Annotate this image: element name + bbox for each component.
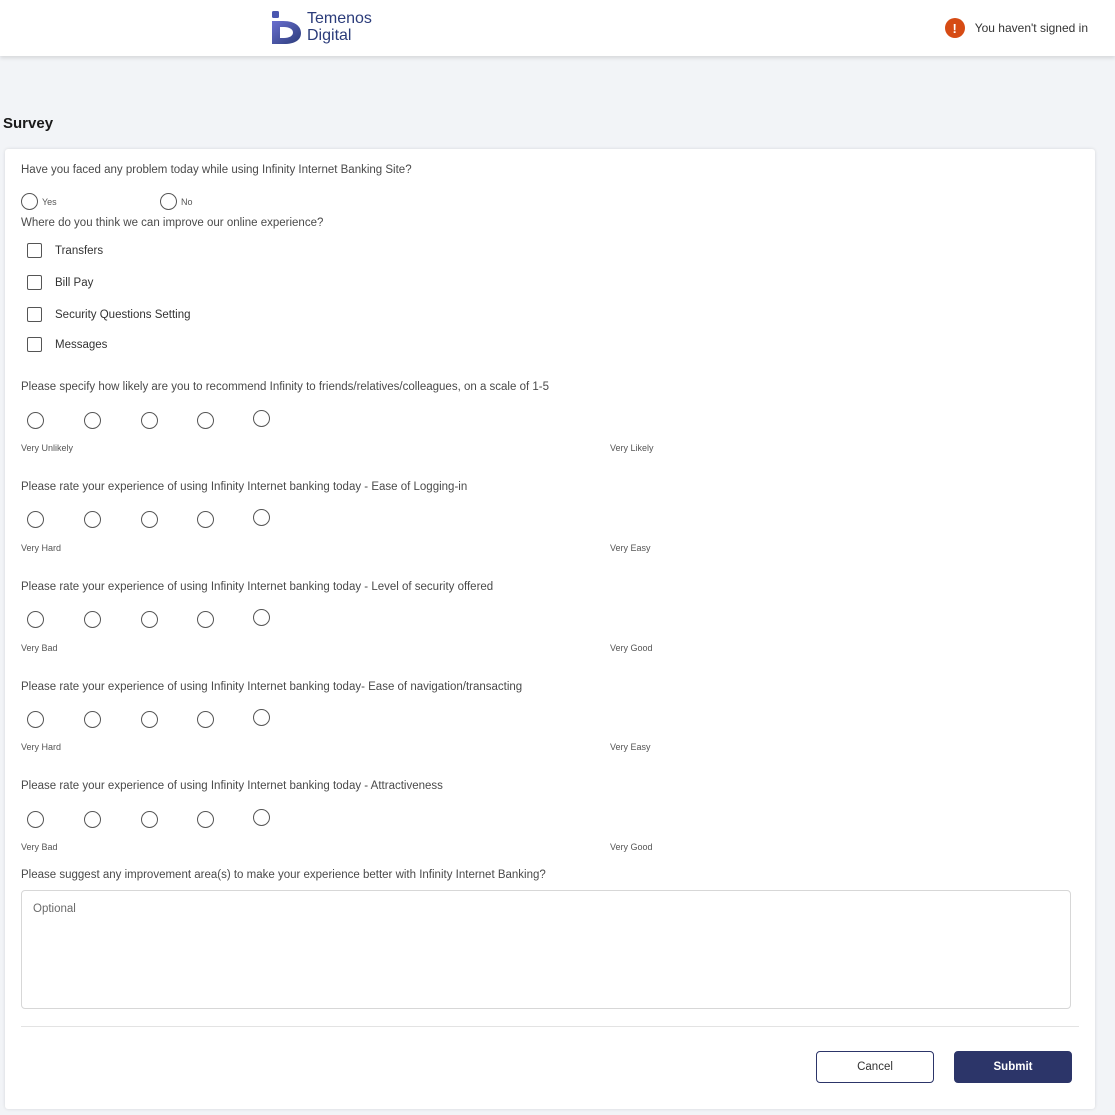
rating-recommend-4[interactable]	[197, 412, 214, 429]
warning-icon: !	[944, 18, 965, 38]
rating-login-2[interactable]	[84, 511, 101, 528]
question-improve-areas: Where do you think we can improve our on…	[21, 217, 324, 229]
page-title: Survey	[3, 115, 54, 132]
checkbox-transfers-label: Transfers	[55, 245, 104, 257]
radio-no-label: No	[181, 197, 193, 207]
rating-navigation-5[interactable]	[253, 709, 270, 726]
rating-security-4[interactable]	[197, 611, 214, 628]
app-header: Temenos Digital ! You haven't signed in	[0, 0, 1115, 56]
rating-attractiveness-5[interactable]	[253, 809, 270, 826]
radio-yes-label: Yes	[42, 197, 57, 207]
rating-navigation-3[interactable]	[141, 711, 158, 728]
logo-text: Temenos Digital	[307, 10, 372, 44]
checkbox-transfers[interactable]	[27, 243, 42, 258]
logo-line2: Digital	[307, 27, 352, 44]
rating-attractiveness-4[interactable]	[197, 811, 214, 828]
rating-login-4[interactable]	[197, 511, 214, 528]
checkbox-bill-pay-label: Bill Pay	[55, 277, 94, 289]
signin-status-text: You haven't signed in	[974, 21, 1088, 35]
rating-recommend-5[interactable]	[253, 410, 270, 427]
scale-high-label: Very Easy	[610, 742, 651, 752]
question-recommend-likelihood: Please specify how likely are you to rec…	[21, 381, 549, 393]
rating-login-3[interactable]	[141, 511, 158, 528]
question-suggestions: Please suggest any improvement area(s) t…	[21, 869, 546, 881]
signin-status[interactable]: ! You haven't signed in	[944, 18, 1088, 38]
rating-recommend-1[interactable]	[27, 412, 44, 429]
checkbox-messages[interactable]	[27, 337, 42, 352]
radio-no[interactable]	[160, 193, 177, 210]
survey-card: Have you faced any problem today while u…	[5, 149, 1095, 1109]
rating-security-1[interactable]	[27, 611, 44, 628]
checkbox-security-questions[interactable]	[27, 307, 42, 322]
checkbox-bill-pay[interactable]	[27, 275, 42, 290]
scale-low-label: Very Hard	[21, 742, 62, 752]
radio-yes[interactable]	[21, 193, 38, 210]
scale-high-label: Very Easy	[610, 543, 651, 553]
rating-navigation-4[interactable]	[197, 711, 214, 728]
scale-high-label: Very Likely	[610, 443, 654, 453]
scale-low-label: Very Bad	[21, 842, 58, 852]
rating-login-1[interactable]	[27, 511, 44, 528]
submit-button[interactable]: Submit	[954, 1051, 1072, 1083]
scale-low-label: Very Bad	[21, 643, 58, 653]
suggestions-textarea[interactable]	[21, 890, 1071, 1009]
scale-low-label: Very Unlikely	[21, 443, 74, 453]
rating-navigation-1[interactable]	[27, 711, 44, 728]
question-ease-logging-in: Please rate your experience of using Inf…	[21, 481, 468, 493]
checkbox-security-questions-label: Security Questions Setting	[55, 309, 191, 321]
logo-mark-icon	[272, 11, 301, 44]
question-attractiveness: Please rate your experience of using Inf…	[21, 780, 443, 792]
footer-divider	[21, 1026, 1079, 1027]
question-problem-faced: Have you faced any problem today while u…	[21, 164, 412, 176]
cancel-button[interactable]: Cancel	[816, 1051, 934, 1083]
rating-attractiveness-2[interactable]	[84, 811, 101, 828]
rating-recommend-2[interactable]	[84, 412, 101, 429]
temenos-digital-logo[interactable]: Temenos Digital	[271, 9, 372, 45]
rating-navigation-2[interactable]	[84, 711, 101, 728]
rating-security-2[interactable]	[84, 611, 101, 628]
question-ease-navigation: Please rate your experience of using Inf…	[21, 681, 523, 693]
rating-security-5[interactable]	[253, 609, 270, 626]
question-security-level: Please rate your experience of using Inf…	[21, 581, 494, 593]
scale-low-label: Very Hard	[21, 543, 62, 553]
checkbox-messages-label: Messages	[55, 339, 108, 351]
logo-line1: Temenos	[307, 10, 372, 27]
rating-login-5[interactable]	[253, 509, 270, 526]
scale-high-label: Very Good	[610, 842, 653, 852]
rating-recommend-3[interactable]	[141, 412, 158, 429]
rating-attractiveness-1[interactable]	[27, 811, 44, 828]
rating-security-3[interactable]	[141, 611, 158, 628]
rating-attractiveness-3[interactable]	[141, 811, 158, 828]
scale-high-label: Very Good	[610, 643, 653, 653]
